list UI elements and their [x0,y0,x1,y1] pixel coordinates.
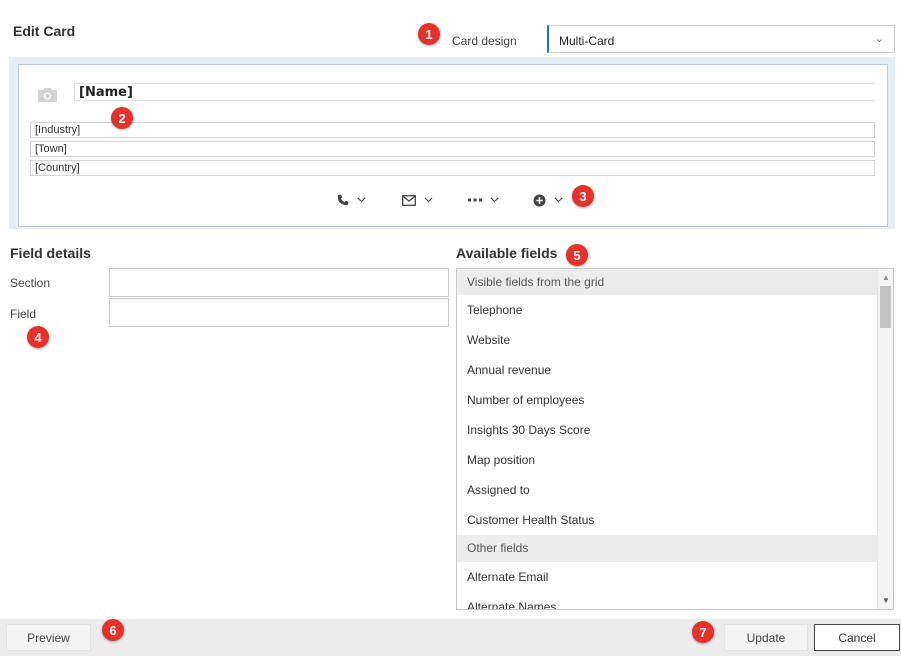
field-input[interactable] [109,298,449,327]
dialog-title: Edit Card [13,23,76,39]
chevron-down-icon [424,197,433,203]
list-scrollbar[interactable]: ▲ ▼ [877,269,893,609]
chevron-down-icon [554,197,563,203]
available-fields-list[interactable]: Visible fields from the grid Telephone W… [456,268,894,610]
add-action-dropdown[interactable] [533,192,563,208]
callout-badge: 3 [572,185,594,207]
callout-badge: 4 [27,326,49,348]
update-button[interactable]: Update [724,624,808,651]
list-item[interactable]: Website [457,325,878,355]
scroll-down-arrow-icon[interactable]: ▼ [882,596,890,605]
list-item[interactable]: Telephone [457,295,878,325]
field-label: Field [10,307,37,321]
card-design-select[interactable]: Multi-Card ⌄ [547,25,895,53]
email-action-dropdown[interactable] [402,192,433,208]
available-fields-title: Available fields [456,245,558,261]
chevron-down-icon [357,197,366,203]
list-item[interactable]: Insights 30 Days Score [457,415,878,445]
scroll-up-arrow-icon[interactable]: ▲ [882,273,890,282]
list-item[interactable]: Map position [457,445,878,475]
card-field-country[interactable]: [Country] [30,160,875,176]
card-design-label: Card design [452,34,517,48]
callout-badge: 5 [566,244,588,266]
camera-icon[interactable] [37,86,58,103]
group-header-visible-fields: Visible fields from the grid [457,269,878,295]
callout-badge: 1 [418,23,440,45]
phone-action-dropdown[interactable] [337,192,366,208]
callout-badge: 6 [102,619,124,641]
list-item[interactable]: Alternate Names [457,592,878,609]
field-details-title: Field details [10,245,91,261]
more-action-dropdown[interactable] [468,192,499,208]
card-field-town[interactable]: [Town] [30,141,875,157]
envelope-icon [402,194,416,206]
list-item[interactable]: Number of employees [457,385,878,415]
more-icon [468,198,482,202]
section-label: Section [10,276,51,290]
group-header-other-fields: Other fields [457,535,878,562]
chevron-down-icon: ⌄ [874,33,884,45]
list-item[interactable]: Alternate Email [457,562,878,592]
list-item[interactable]: Assigned to [457,475,878,505]
section-input[interactable] [109,268,449,297]
cancel-button[interactable]: Cancel [814,624,900,651]
list-item[interactable]: Customer Health Status [457,505,878,535]
callout-badge: 7 [692,621,714,643]
callout-badge: 2 [111,107,133,129]
list-item[interactable]: Annual revenue [457,355,878,385]
card-design-value: Multi-Card [559,34,615,48]
chevron-down-icon [490,197,499,203]
phone-icon [337,194,349,206]
preview-button[interactable]: Preview [6,624,91,651]
plus-circle-icon [533,194,546,207]
scrollbar-thumb[interactable] [880,286,891,328]
card-field-industry[interactable]: [Industry] [30,122,875,138]
card-name-field[interactable]: [Name] [74,83,875,101]
